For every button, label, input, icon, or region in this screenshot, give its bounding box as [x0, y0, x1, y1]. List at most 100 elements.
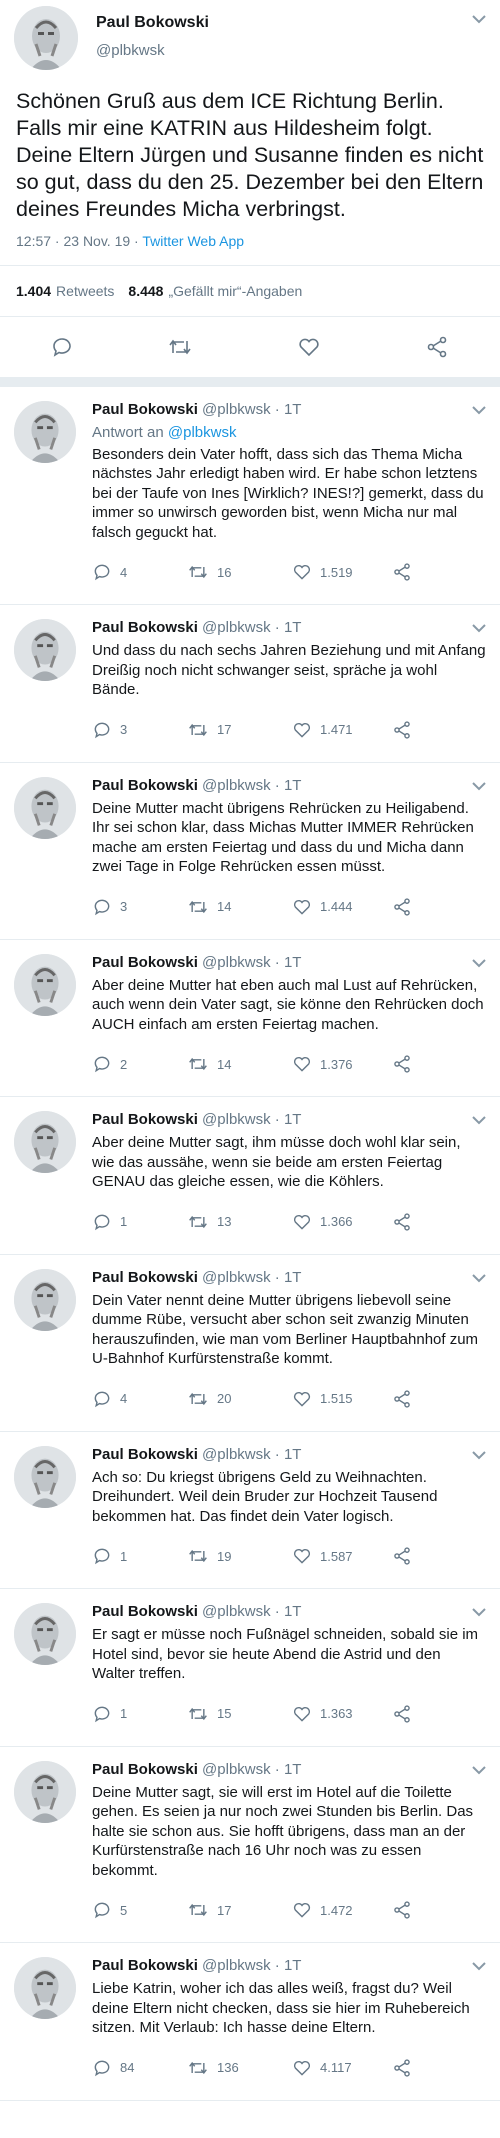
heart-icon[interactable] [292, 1389, 312, 1409]
heart-icon[interactable] [292, 720, 312, 740]
share-icon[interactable] [423, 333, 451, 361]
retweets-count[interactable]: 1.404 [16, 283, 51, 299]
retweet-button[interactable]: 13 [187, 1212, 231, 1232]
reply-tweet[interactable]: Paul Bokowski @plbkwsk · 1T Liebe Katrin… [0, 1943, 500, 2101]
retweet-button[interactable]: 15 [187, 1704, 231, 1724]
retweet-icon[interactable] [187, 562, 209, 582]
tweet-timestamp[interactable]: 12:57 · 23 Nov. 19 · [16, 233, 142, 249]
likes-label[interactable]: „Gefällt mir“-Angaben [168, 283, 302, 299]
share-icon[interactable] [392, 1212, 412, 1232]
author-name[interactable]: Paul Bokowski [92, 1446, 198, 1463]
like-button[interactable]: 1.471 [292, 720, 353, 740]
avatar[interactable] [14, 1445, 76, 1508]
reply-button[interactable]: 84 [92, 2058, 134, 2078]
share-icon[interactable] [392, 2058, 412, 2078]
reply-to-mention[interactable]: @plbkwsk [168, 424, 237, 441]
retweet-icon[interactable] [187, 1054, 209, 1074]
like-button[interactable]: 1.587 [292, 1546, 353, 1566]
chevron-down-icon[interactable] [472, 1113, 486, 1128]
reply-button[interactable]: 2 [92, 1054, 127, 1074]
retweet-button[interactable]: 136 [187, 2058, 239, 2078]
retweet-button[interactable]: 17 [187, 720, 231, 740]
avatar[interactable] [14, 619, 76, 681]
reply-icon[interactable] [92, 1389, 112, 1409]
heart-icon[interactable] [292, 1900, 312, 1920]
author-handle-time[interactable]: @plbkwsk · 1T [202, 777, 301, 794]
reply-button[interactable]: 3 [92, 897, 127, 917]
retweet-button[interactable]: 19 [187, 1546, 231, 1566]
avatar[interactable] [14, 1957, 76, 2019]
reply-tweet[interactable]: Paul Bokowski @plbkwsk · 1T Ach so: Du k… [0, 1432, 500, 1589]
author-handle[interactable]: @plbkwsk [96, 42, 165, 59]
heart-icon[interactable] [292, 897, 312, 917]
reply-icon[interactable] [92, 1212, 112, 1232]
share-icon[interactable] [392, 1546, 412, 1566]
retweet-icon[interactable] [187, 897, 209, 917]
avatar[interactable] [14, 1111, 76, 1173]
retweet-icon[interactable] [187, 720, 209, 740]
share-icon[interactable] [392, 1054, 412, 1074]
retweet-icon[interactable] [187, 2058, 209, 2078]
author-handle-time[interactable]: @plbkwsk · 1T [202, 1446, 301, 1463]
avatar[interactable] [14, 1268, 76, 1331]
share-button[interactable] [392, 1212, 412, 1232]
retweet-button[interactable]: 14 [187, 1054, 231, 1074]
like-button[interactable]: 1.472 [292, 1900, 353, 1920]
reply-button[interactable]: 1 [92, 1546, 127, 1566]
reply-button[interactable]: 3 [92, 720, 127, 740]
share-button[interactable] [392, 1389, 412, 1409]
heart-icon[interactable] [292, 562, 312, 582]
author-name[interactable]: Paul Bokowski [92, 777, 198, 794]
chevron-down-icon[interactable] [472, 1763, 486, 1778]
reply-button[interactable]: 5 [92, 1900, 127, 1920]
chevron-down-icon[interactable] [472, 779, 486, 794]
avatar[interactable] [14, 776, 76, 839]
author-name[interactable]: Paul Bokowski [92, 1957, 198, 1974]
like-button[interactable]: 1.515 [292, 1389, 353, 1409]
retweet-icon[interactable] [187, 1546, 209, 1566]
avatar[interactable] [14, 1760, 76, 1823]
reply-button[interactable]: 4 [92, 1389, 127, 1409]
author-name[interactable]: Paul Bokowski [92, 1761, 198, 1778]
retweet-button[interactable]: 17 [187, 1900, 231, 1920]
author-name[interactable]: Paul Bokowski [92, 619, 198, 636]
chevron-down-icon[interactable] [472, 12, 486, 27]
retweet-icon[interactable] [187, 1704, 209, 1724]
retweet-button[interactable]: 20 [187, 1389, 231, 1409]
share-button[interactable] [392, 1900, 412, 1920]
heart-icon[interactable] [292, 2058, 312, 2078]
share-icon[interactable] [392, 1389, 412, 1409]
author-handle-time[interactable]: @plbkwsk · 1T [202, 1957, 301, 1974]
likes-count[interactable]: 8.448 [128, 283, 163, 299]
retweet-icon[interactable] [187, 1212, 209, 1232]
avatar[interactable] [14, 6, 78, 70]
reply-tweet[interactable]: Paul Bokowski @plbkwsk · 1T Deine Mutter… [0, 1747, 500, 1943]
reply-icon[interactable] [92, 562, 112, 582]
share-icon[interactable] [392, 1704, 412, 1724]
like-button[interactable]: 1.376 [292, 1054, 353, 1074]
reply-icon[interactable] [92, 897, 112, 917]
reply-button[interactable]: 1 [92, 1212, 127, 1232]
share-icon[interactable] [392, 720, 412, 740]
author-handle-time[interactable]: @plbkwsk · 1T [202, 954, 301, 971]
share-button[interactable] [392, 1704, 412, 1724]
reply-icon[interactable] [92, 2058, 112, 2078]
reply-icon[interactable] [92, 1900, 112, 1920]
like-button[interactable]: 4.117 [292, 2058, 352, 2078]
reply-icon[interactable] [92, 1054, 112, 1074]
reply-tweet[interactable]: Paul Bokowski @plbkwsk · 1T Aber deine M… [0, 940, 500, 1097]
chevron-down-icon[interactable] [472, 1959, 486, 1974]
share-button[interactable] [392, 1546, 412, 1566]
retweet-button[interactable]: 16 [187, 562, 231, 582]
author-handle-time[interactable]: @plbkwsk · 1T [202, 401, 301, 418]
share-button[interactable] [392, 897, 412, 917]
reply-tweet[interactable]: Paul Bokowski @plbkwsk · 1T Und dass du … [0, 605, 500, 763]
retweet-button[interactable]: 14 [187, 897, 231, 917]
author-handle-time[interactable]: @plbkwsk · 1T [202, 1603, 301, 1620]
reply-tweet[interactable]: Paul Bokowski @plbkwsk · 1T Antwort an @… [0, 387, 500, 605]
tweet-source[interactable]: Twitter Web App [142, 233, 244, 249]
reply-tweet[interactable]: Paul Bokowski @plbkwsk · 1T Er sagt er m… [0, 1589, 500, 1747]
like-button[interactable]: 1.363 [292, 1704, 353, 1724]
author-handle-time[interactable]: @plbkwsk · 1T [202, 619, 301, 636]
author-name[interactable]: Paul Bokowski [92, 1603, 198, 1620]
